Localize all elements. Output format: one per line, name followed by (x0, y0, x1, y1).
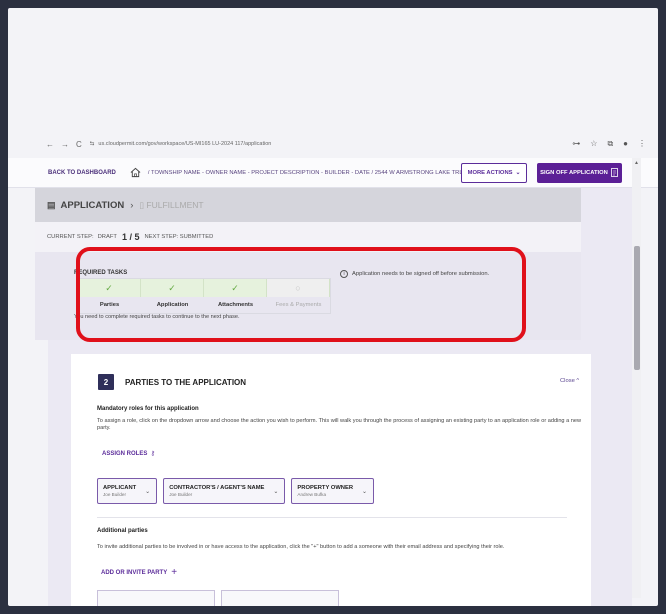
mandatory-roles-description: To assign a role, click on the dropdown … (97, 418, 582, 431)
app-header: BACK TO DASHBOARD / TOWNSHIP NAME - OWNE… (8, 158, 658, 188)
browser-nav: ← → C (46, 140, 82, 149)
add-invite-party-button[interactable]: ADD OR INVITE PARTY + (101, 567, 177, 578)
fulfillment-icon: ▯ (139, 199, 147, 210)
scrollbar-track[interactable] (632, 158, 641, 598)
assign-roles-link[interactable]: ASSIGN ROLES ⚷ (102, 450, 155, 457)
browser-toolbar: ← → C ⇆ us.cloudpermit.com/gov/workspace… (8, 134, 658, 154)
step-count: 1 / 5 (121, 232, 140, 242)
reload-icon[interactable]: C (76, 140, 82, 149)
role-list: APPLICANT Joe Builder ⌄ CONTRACTOR'S / A… (97, 478, 375, 504)
role-person: Joe Builder (169, 492, 193, 497)
site-info-icon[interactable]: ⇆ (90, 141, 95, 147)
role-name: APPLICANT (103, 485, 137, 491)
home-icon[interactable] (130, 167, 142, 179)
role-name: PROPERTY OWNER (297, 485, 354, 491)
chevron-down-icon: ⌄ (515, 170, 521, 176)
chevron-down-icon[interactable]: ⌄ (273, 488, 278, 495)
section-title: PARTIES TO THE APPLICATION (125, 378, 247, 387)
back-to-dashboard-link[interactable]: BACK TO DASHBOARD (48, 170, 116, 176)
parties-section: 2 PARTIES TO THE APPLICATION Close ^ Man… (71, 354, 591, 606)
more-actions-button[interactable]: MORE ACTIONS ⌄ (461, 163, 527, 183)
menu-dots-icon[interactable]: ⋮ (638, 139, 646, 149)
key-icon: ⚷ (149, 451, 156, 457)
highlight-annotation (76, 247, 526, 342)
role-applicant[interactable]: APPLICANT Joe Builder ⌄ (97, 478, 158, 504)
star-icon[interactable]: ☆ (590, 139, 597, 149)
chevron-right-icon: › (130, 199, 134, 211)
scroll-up-icon[interactable]: ▲ (634, 160, 639, 166)
role-name: CONTRACTOR'S / AGENT'S NAME (169, 485, 265, 491)
scrollbar-thumb[interactable] (634, 246, 640, 370)
role-person: Andrew Bufka (297, 492, 327, 497)
browser-actions: ⊶ ☆ ⧉ ● ⋮ (572, 139, 646, 149)
additional-parties-title: Additional parties (97, 528, 148, 534)
phase-next[interactable]: FULFILLMENT (146, 200, 203, 210)
profile-icon[interactable]: ● (623, 139, 628, 149)
chevron-down-icon[interactable]: ⌄ (145, 488, 150, 495)
assign-roles-label: ASSIGN ROLES (102, 451, 148, 457)
phase-current[interactable]: APPLICATION (61, 200, 125, 211)
current-step-value: DRAFT (97, 234, 117, 240)
add-party-label: ADD OR INVITE PARTY (101, 569, 168, 576)
next-step-label: NEXT STEP: SUBMITTED (144, 234, 214, 240)
extensions-icon[interactable]: ⧉ (607, 139, 613, 149)
more-actions-label: MORE ACTIONS (467, 170, 513, 176)
breadcrumb: / TOWNSHIP NAME - OWNER NAME - PROJECT D… (147, 169, 463, 176)
address-bar[interactable]: ⇆ us.cloudpermit.com/gov/workspace/US-MI… (90, 141, 272, 147)
plus-icon: + (171, 567, 178, 578)
current-step-label: CURRENT STEP: (47, 234, 94, 240)
divider (97, 517, 567, 518)
key-icon[interactable]: ⊶ (572, 139, 580, 149)
document-icon: ▤ (47, 199, 56, 210)
sign-off-label: SIGN OFF APPLICATION (540, 170, 608, 176)
party-card-stub[interactable] (97, 590, 215, 606)
section-number: 2 (98, 374, 114, 390)
sign-off-application-button[interactable]: SIGN OFF APPLICATION (537, 163, 622, 183)
phase-bar: ▤ APPLICATION › ▯ FULFILLMENT (35, 188, 581, 222)
screenshot-frame: ← → C ⇆ us.cloudpermit.com/gov/workspace… (8, 8, 658, 606)
role-contractor-agent[interactable]: CONTRACTOR'S / AGENT'S NAME Joe Builder … (163, 478, 286, 504)
close-section-link[interactable]: Close ^ (560, 378, 579, 384)
back-arrow-icon[interactable]: ← (46, 140, 54, 149)
additional-parties-description: To invite additional parties to be invol… (97, 544, 505, 550)
role-person: Joe Builder (103, 492, 126, 497)
party-card-stub[interactable] (221, 590, 339, 606)
sign-document-icon (610, 167, 619, 179)
forward-arrow-icon[interactable]: → (61, 140, 69, 149)
chevron-down-icon[interactable]: ⌄ (362, 488, 367, 495)
url-text: us.cloudpermit.com/gov/workspace/US-MI16… (98, 141, 272, 147)
role-property-owner[interactable]: PROPERTY OWNER Andrew Bufka ⌄ (291, 478, 375, 504)
mandatory-roles-title: Mandatory roles for this application (97, 406, 199, 412)
